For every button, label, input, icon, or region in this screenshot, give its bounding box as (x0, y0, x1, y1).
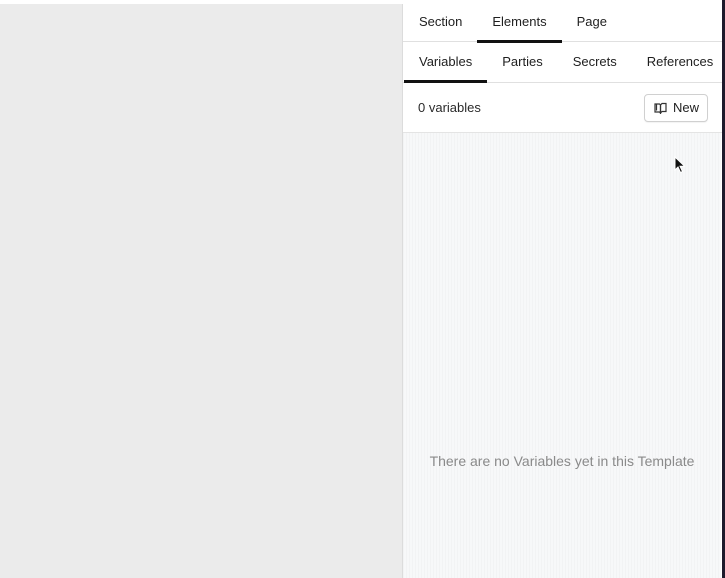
subtab-secrets[interactable]: Secrets (558, 42, 632, 82)
variables-empty-state: There are no Variables yet in this Templ… (403, 133, 721, 578)
panel-tabs: Section Elements Page (403, 4, 722, 43)
element-subtabs: Variables Parties Secrets References (403, 42, 722, 83)
new-button-label: New (672, 100, 699, 115)
book-open-icon (654, 102, 667, 114)
empty-state-message: There are no Variables yet in this Templ… (429, 453, 695, 469)
subtab-parties[interactable]: Parties (487, 42, 557, 82)
tab-elements[interactable]: Elements (477, 4, 562, 43)
variables-toolbar: 0 variables New (403, 83, 722, 133)
variables-count: 0 variables (418, 100, 481, 115)
mouse-cursor-icon (674, 155, 686, 179)
subtab-variables[interactable]: Variables (404, 42, 488, 83)
properties-panel: Section Elements Page Variables Parties … (402, 4, 722, 578)
editor-canvas[interactable] (0, 4, 402, 578)
tab-page[interactable]: Page (562, 4, 622, 41)
tab-section[interactable]: Section (404, 4, 477, 41)
subtab-references[interactable]: References (632, 42, 725, 82)
new-variable-button[interactable]: New (643, 93, 708, 122)
